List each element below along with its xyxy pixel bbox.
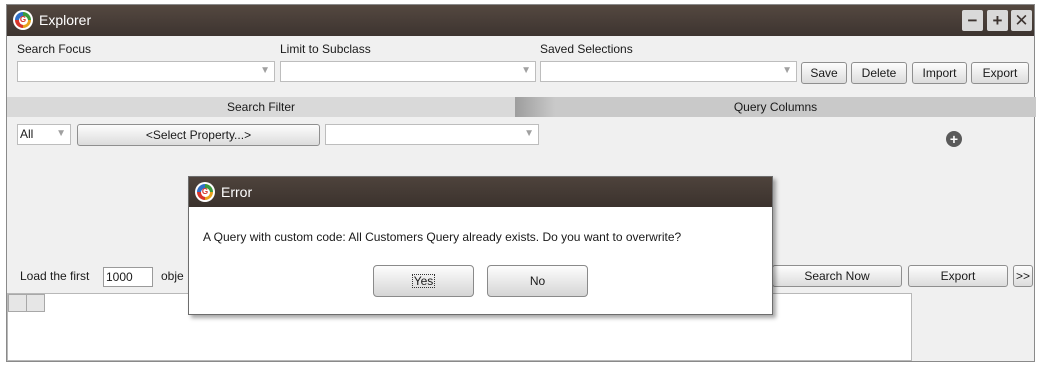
save-button[interactable]: Save [801,62,847,84]
load-objects-label: obje [161,269,184,283]
search-focus-select[interactable]: ▼ [17,61,275,82]
maximize-button[interactable]: + [987,10,1008,31]
dialog-title-bar[interactable]: G Error [189,177,772,207]
close-button[interactable]: ✕ [1011,10,1032,31]
tab-query-columns[interactable]: Query Columns [515,97,1036,117]
saved-selections-select[interactable]: ▼ [540,61,797,82]
limit-subclass-label: Limit to Subclass [280,42,371,56]
select-property-button[interactable]: <Select Property...> [77,124,320,146]
minimize-button[interactable]: − [962,10,983,31]
all-select-value: All [20,127,34,141]
error-dialog: G Error A Query with custom code: All Cu… [188,176,773,315]
no-button-label: No [529,274,546,288]
more-button[interactable]: >> [1013,265,1033,287]
export-results-button[interactable]: Export [908,265,1008,287]
dialog-message: A Query with custom code: All Customers … [203,230,682,244]
chevron-down-icon: ▼ [782,65,792,76]
load-count-input[interactable]: 1000 [103,267,153,287]
limit-subclass-select[interactable]: ▼ [280,61,536,82]
search-focus-label: Search Focus [17,42,92,56]
filter-value-select[interactable]: ▼ [325,124,539,145]
dialog-title: Error [221,184,253,200]
all-select[interactable]: All ▼ [17,124,71,145]
chevron-down-icon: ▼ [260,65,270,76]
load-first-label: Load the first [20,269,90,283]
table-column-header[interactable] [26,294,45,312]
search-now-button[interactable]: Search Now [772,265,902,287]
yes-button[interactable]: Yes [373,265,474,297]
chevron-down-icon: ▼ [521,65,531,76]
import-button[interactable]: Import [912,62,967,84]
saved-selections-label: Saved Selections [540,42,633,56]
add-column-icon[interactable]: + [946,131,962,147]
app-logo-icon: G [13,10,33,30]
yes-button-label: Yes [411,274,436,288]
title-bar[interactable]: G Explorer − + ✕ [7,5,1034,36]
chevron-down-icon: ▼ [56,128,66,139]
tab-search-filter[interactable]: Search Filter [7,97,515,117]
window-title: Explorer [39,12,92,28]
no-button[interactable]: No [487,265,588,297]
table-column-header[interactable] [8,294,27,312]
chevron-down-icon: ▼ [524,128,534,139]
app-logo-icon: G [195,182,215,202]
delete-button[interactable]: Delete [851,62,907,84]
export-saved-button[interactable]: Export [971,62,1029,84]
